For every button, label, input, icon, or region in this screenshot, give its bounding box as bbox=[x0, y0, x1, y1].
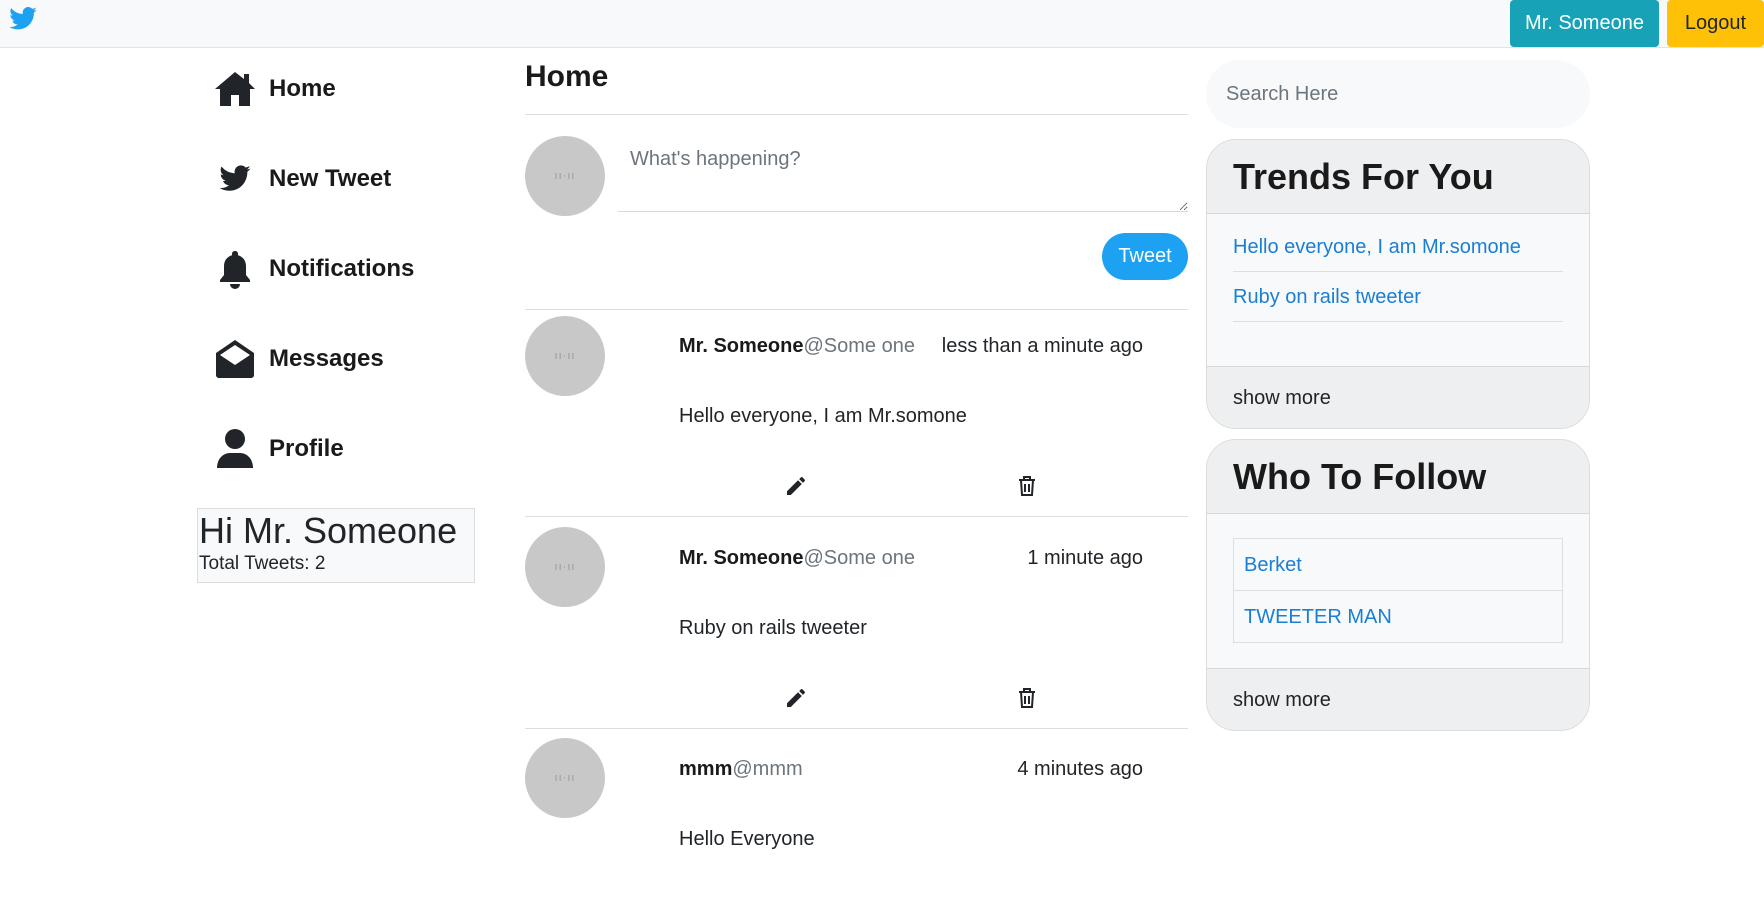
total-tweets-count: Total Tweets: 2 bbox=[199, 553, 326, 574]
divider bbox=[525, 309, 1188, 310]
logout-button[interactable]: Logout bbox=[1667, 0, 1764, 47]
follow-suggestion[interactable]: Berket bbox=[1233, 538, 1563, 591]
trend-link[interactable]: Ruby on rails tweeter bbox=[1233, 272, 1563, 322]
divider bbox=[525, 516, 1188, 517]
user-summary-box: Hi Mr. Someone Total Tweets: 2 bbox=[197, 508, 475, 583]
follow-show-more[interactable]: show more bbox=[1207, 668, 1589, 730]
nav-label: New Tweet bbox=[269, 165, 392, 192]
user-icon bbox=[213, 427, 257, 471]
trends-show-more[interactable]: show more bbox=[1207, 366, 1589, 428]
who-to-follow-card: Who To Follow Berket TWEETER MAN show mo… bbox=[1206, 439, 1590, 731]
tweet-author-name: Mr. Someone bbox=[679, 335, 804, 357]
home-icon bbox=[213, 67, 257, 111]
user-profile-button[interactable]: Mr. Someone bbox=[1510, 0, 1659, 47]
pencil-icon[interactable] bbox=[784, 686, 808, 710]
compose-tweet-input[interactable] bbox=[618, 136, 1188, 212]
avatar: ıı·ıı bbox=[525, 316, 605, 396]
tweet-author-handle: @Some one bbox=[803, 547, 915, 569]
twitter-logo-icon[interactable] bbox=[6, 4, 40, 34]
trend-link[interactable]: Hello everyone, I am Mr.somone bbox=[1233, 222, 1563, 272]
tweet-body: Hello everyone, I am Mr.somone bbox=[679, 405, 967, 427]
tweet-author: Mr. Someone@Some one bbox=[679, 547, 915, 570]
pencil-icon[interactable] bbox=[784, 474, 808, 498]
trends-title: Trends For You bbox=[1207, 140, 1589, 214]
avatar: ıı·ıı bbox=[525, 738, 605, 818]
nav-item-home[interactable]: Home bbox=[213, 61, 493, 117]
envelope-open-icon bbox=[213, 337, 257, 381]
nav-item-notifications[interactable]: Notifications bbox=[213, 241, 493, 297]
greeting-title: Hi Mr. Someone bbox=[199, 510, 458, 551]
nav-item-messages[interactable]: Messages bbox=[213, 331, 493, 387]
tweet-author: Mr. Someone@Some one bbox=[679, 335, 915, 358]
follow-suggestion[interactable]: TWEETER MAN bbox=[1233, 590, 1563, 643]
nav-item-profile[interactable]: Profile bbox=[213, 421, 493, 477]
tweet-author-handle: @Some one bbox=[803, 335, 915, 357]
divider bbox=[525, 114, 1188, 115]
tweet-author-handle: @mmm bbox=[732, 758, 803, 780]
nav-item-new-tweet[interactable]: New Tweet bbox=[213, 151, 493, 207]
bell-icon bbox=[213, 247, 257, 291]
tweet-timestamp: 4 minutes ago bbox=[1017, 758, 1143, 780]
tweet-button[interactable]: Tweet bbox=[1102, 233, 1188, 280]
search-input[interactable] bbox=[1206, 60, 1590, 128]
follow-title: Who To Follow bbox=[1207, 440, 1589, 514]
trends-card: Trends For You Hello everyone, I am Mr.s… bbox=[1206, 139, 1590, 429]
avatar: ıı·ıı bbox=[525, 136, 605, 216]
nav-label: Notifications bbox=[269, 255, 415, 282]
tweet-body: Ruby on rails tweeter bbox=[679, 617, 867, 639]
trash-icon[interactable] bbox=[1015, 474, 1039, 498]
tweet-author-name: mmm bbox=[679, 758, 733, 780]
tweet-timestamp: less than a minute ago bbox=[941, 335, 1143, 357]
trash-icon[interactable] bbox=[1015, 686, 1039, 710]
nav-label: Profile bbox=[269, 435, 344, 462]
page-title: Home bbox=[525, 60, 609, 93]
bird-icon bbox=[213, 157, 257, 201]
top-navbar: Mr. Someone Logout bbox=[0, 0, 1764, 48]
tweet-author: mmm@mmm bbox=[679, 758, 803, 781]
divider bbox=[525, 728, 1188, 729]
nav-label: Home bbox=[269, 75, 336, 102]
tweet-timestamp: 1 minute ago bbox=[1027, 547, 1143, 569]
nav-label: Messages bbox=[269, 345, 384, 372]
tweet-body: Hello Everyone bbox=[679, 828, 815, 850]
avatar: ıı·ıı bbox=[525, 527, 605, 607]
tweet-author-name: Mr. Someone bbox=[679, 547, 804, 569]
